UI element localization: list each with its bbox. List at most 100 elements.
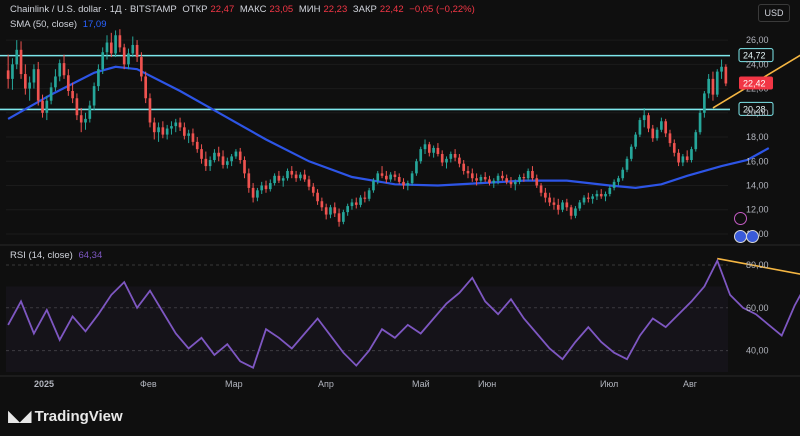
candle-body bbox=[234, 151, 238, 157]
candle-body bbox=[483, 177, 487, 180]
candle-body bbox=[320, 201, 324, 208]
candle-body bbox=[591, 196, 594, 199]
candle-body bbox=[574, 208, 577, 216]
candle-body bbox=[548, 197, 551, 203]
candle-body bbox=[32, 69, 36, 83]
candle-body bbox=[535, 178, 539, 186]
candle-body bbox=[660, 121, 663, 130]
candle-body bbox=[445, 158, 448, 163]
candle-body bbox=[586, 197, 590, 199]
candle-body bbox=[552, 202, 556, 205]
candle-body bbox=[565, 202, 569, 208]
candle-body bbox=[415, 161, 418, 174]
candle-body bbox=[84, 118, 87, 123]
candle-body bbox=[230, 156, 233, 162]
candle-body bbox=[79, 115, 83, 123]
time-axis-label: Мар bbox=[225, 379, 243, 389]
candle-body bbox=[24, 74, 27, 89]
price-tick-label: 14,00 bbox=[746, 180, 769, 190]
candle-body bbox=[217, 152, 221, 157]
candle-body bbox=[268, 183, 272, 190]
candle-body bbox=[88, 105, 92, 119]
price-tick-label: 26,00 bbox=[746, 35, 769, 45]
time-axis-label: Май bbox=[412, 379, 430, 389]
candle-body bbox=[509, 181, 513, 185]
change-value: −0,05 (−0,22%) bbox=[409, 4, 475, 15]
candle-body bbox=[427, 144, 431, 153]
candle-body bbox=[612, 181, 616, 188]
candle-body bbox=[45, 100, 49, 113]
price-tick-label: 20,00 bbox=[746, 108, 769, 118]
candle-body bbox=[49, 87, 53, 101]
candle-body bbox=[419, 149, 423, 162]
candle-body bbox=[505, 178, 509, 182]
candle-body bbox=[496, 175, 500, 181]
candle-body bbox=[256, 190, 259, 198]
candle-body bbox=[140, 57, 143, 77]
candle-body bbox=[406, 183, 410, 186]
price-tick-label: 16,00 bbox=[746, 156, 769, 166]
candle-body bbox=[393, 174, 397, 178]
candle-body bbox=[522, 177, 526, 179]
candle-body bbox=[440, 153, 444, 163]
low-value: 22,23 bbox=[323, 4, 348, 15]
candle-body bbox=[118, 35, 122, 48]
candle-body bbox=[385, 175, 388, 180]
sma-legend[interactable]: SMA (50, close) 17,09 bbox=[10, 19, 109, 30]
candle-body bbox=[578, 202, 582, 209]
tradingview-logo[interactable]: ◣◢ TradingView bbox=[8, 406, 123, 426]
lightning-icon[interactable] bbox=[734, 212, 747, 225]
symbol-header: Chainlink / U.S. dollar · 1Д · BITSTAMP … bbox=[10, 4, 478, 15]
candle-body bbox=[337, 213, 341, 222]
candle-body bbox=[625, 158, 629, 170]
rsi-tick-label: 40,00 bbox=[746, 346, 769, 356]
candle-body bbox=[324, 207, 328, 215]
candle-body bbox=[402, 181, 405, 186]
candle-body bbox=[651, 128, 655, 139]
candle-body bbox=[681, 156, 685, 163]
candle-body bbox=[376, 173, 380, 181]
candle-body bbox=[307, 179, 311, 187]
candle-body bbox=[582, 197, 586, 203]
candle-body bbox=[561, 202, 564, 210]
candle-body bbox=[277, 175, 281, 181]
candle-body bbox=[668, 133, 672, 144]
candle-body bbox=[71, 90, 74, 99]
candle-body bbox=[294, 174, 298, 179]
candle-body bbox=[608, 187, 612, 194]
candle-body bbox=[281, 178, 285, 181]
time-axis-label: 2025 bbox=[34, 379, 54, 389]
candle-body bbox=[303, 174, 307, 180]
candle-body bbox=[208, 160, 212, 167]
candle-body bbox=[36, 69, 40, 101]
rsi-value: 64,34 bbox=[78, 250, 103, 261]
currency-button[interactable]: USD bbox=[758, 4, 790, 22]
candle-body bbox=[183, 127, 186, 136]
candle-body bbox=[97, 69, 100, 87]
candle-body bbox=[238, 151, 242, 161]
candle-body bbox=[462, 163, 466, 171]
candle-body bbox=[6, 70, 10, 79]
symbol-title: Chainlink / U.S. dollar · 1Д · BITSTAMP bbox=[10, 4, 177, 15]
candle-body bbox=[664, 121, 668, 134]
rsi-legend[interactable]: RSI (14, close) 64,34 bbox=[10, 250, 105, 261]
candle-body bbox=[703, 93, 706, 113]
candle-body bbox=[75, 98, 79, 116]
candle-body bbox=[221, 156, 225, 165]
candle-body bbox=[170, 126, 173, 129]
candle-body bbox=[342, 212, 345, 222]
candle-body bbox=[488, 179, 491, 184]
candle-body bbox=[174, 122, 178, 127]
candle-body bbox=[109, 42, 113, 54]
high-label: МАКС bbox=[239, 4, 267, 15]
price-tick-label: 24,00 bbox=[746, 59, 769, 69]
candle-body bbox=[539, 185, 543, 193]
candle-body bbox=[131, 44, 135, 54]
rsi-tick-label: 60,00 bbox=[746, 303, 769, 313]
candle-body bbox=[715, 71, 719, 95]
candle-body bbox=[698, 112, 702, 133]
flag-icon[interactable] bbox=[746, 230, 759, 243]
open-value: 22,47 bbox=[210, 4, 235, 15]
candle-body bbox=[389, 174, 392, 180]
candle-body bbox=[19, 49, 23, 75]
